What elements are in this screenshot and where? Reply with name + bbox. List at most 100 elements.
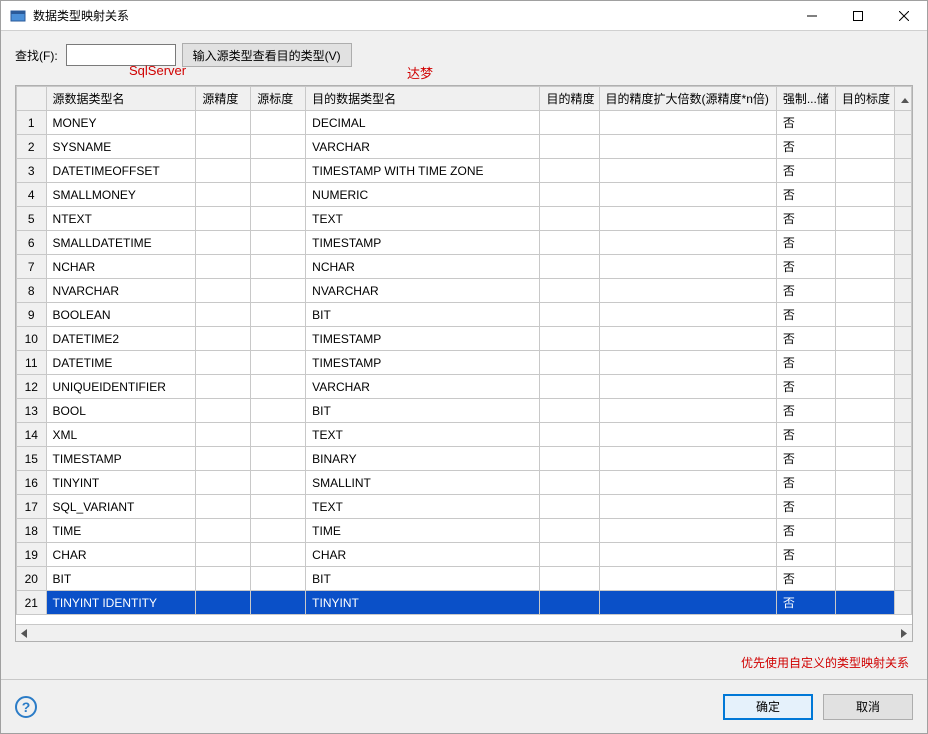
cell-dst-type[interactable]: TINYINT [306, 591, 540, 615]
cell-rownum[interactable]: 12 [17, 375, 47, 399]
cell-src-type[interactable]: NTEXT [46, 207, 196, 231]
cell-dst-type[interactable]: TIMESTAMP [306, 327, 540, 351]
table-row[interactable]: 21TINYINT IDENTITYTINYINT否 [17, 591, 912, 615]
cell-src-prec[interactable] [196, 159, 251, 183]
col-force[interactable]: 强制...储 [776, 87, 835, 111]
cell-rownum[interactable]: 11 [17, 351, 47, 375]
cell-src-prec[interactable] [196, 447, 251, 471]
cell-src-type[interactable]: SMALLDATETIME [46, 231, 196, 255]
cell-src-prec[interactable] [196, 423, 251, 447]
cell-rownum[interactable]: 19 [17, 543, 47, 567]
cell-rownum[interactable]: 5 [17, 207, 47, 231]
scroll-left-button[interactable] [16, 625, 33, 642]
cell-dst-prec[interactable] [540, 111, 599, 135]
cell-dst-type[interactable]: VARCHAR [306, 375, 540, 399]
cell-dst-scale[interactable] [835, 399, 894, 423]
cell-src-scale[interactable] [251, 135, 306, 159]
cell-force[interactable]: 否 [776, 423, 835, 447]
cell-dst-type[interactable]: TEXT [306, 207, 540, 231]
cell-dst-mul[interactable] [599, 231, 776, 255]
cell-src-scale[interactable] [251, 423, 306, 447]
cell-rownum[interactable]: 6 [17, 231, 47, 255]
cell-dst-type[interactable]: CHAR [306, 543, 540, 567]
cell-dst-prec[interactable] [540, 519, 599, 543]
cell-src-prec[interactable] [196, 375, 251, 399]
cell-dst-mul[interactable] [599, 423, 776, 447]
cell-dst-prec[interactable] [540, 399, 599, 423]
col-src-prec[interactable]: 源精度 [196, 87, 251, 111]
cell-src-scale[interactable] [251, 519, 306, 543]
table-row[interactable]: 5NTEXTTEXT否 [17, 207, 912, 231]
search-input[interactable] [66, 44, 176, 66]
cell-src-prec[interactable] [196, 207, 251, 231]
cell-src-prec[interactable] [196, 519, 251, 543]
table-row[interactable]: 9BOOLEANBIT否 [17, 303, 912, 327]
cell-rownum[interactable]: 4 [17, 183, 47, 207]
lookup-dest-type-button[interactable]: 输入源类型查看目的类型(V) [182, 43, 352, 67]
cell-dst-mul[interactable] [599, 111, 776, 135]
table-row[interactable]: 8NVARCHARNVARCHAR否 [17, 279, 912, 303]
cell-src-type[interactable]: TIMESTAMP [46, 447, 196, 471]
col-src-type[interactable]: 源数据类型名 [46, 87, 196, 111]
cell-src-type[interactable]: NCHAR [46, 255, 196, 279]
cell-dst-type[interactable]: BIT [306, 567, 540, 591]
cell-dst-prec[interactable] [540, 567, 599, 591]
cell-src-prec[interactable] [196, 255, 251, 279]
cell-dst-prec[interactable] [540, 231, 599, 255]
cell-dst-mul[interactable] [599, 255, 776, 279]
cell-src-scale[interactable] [251, 591, 306, 615]
cell-dst-scale[interactable] [835, 375, 894, 399]
cell-src-scale[interactable] [251, 471, 306, 495]
mapping-table[interactable]: 源数据类型名 源精度 源标度 目的数据类型名 目的精度 目的精度扩大倍数(源精度… [16, 86, 912, 615]
table-row[interactable]: 20BITBIT否 [17, 567, 912, 591]
cell-force[interactable]: 否 [776, 471, 835, 495]
cell-dst-type[interactable]: TIMESTAMP [306, 231, 540, 255]
table-row[interactable]: 14XMLTEXT否 [17, 423, 912, 447]
help-icon[interactable]: ? [15, 696, 37, 718]
cell-dst-mul[interactable] [599, 591, 776, 615]
table-row[interactable]: 7NCHARNCHAR否 [17, 255, 912, 279]
cell-src-scale[interactable] [251, 279, 306, 303]
cell-dst-type[interactable]: VARCHAR [306, 135, 540, 159]
cell-src-type[interactable]: SYSNAME [46, 135, 196, 159]
cell-dst-type[interactable]: SMALLINT [306, 471, 540, 495]
cell-dst-scale[interactable] [835, 327, 894, 351]
col-dst-type[interactable]: 目的数据类型名 [306, 87, 540, 111]
cell-src-type[interactable]: SQL_VARIANT [46, 495, 196, 519]
cell-src-type[interactable]: DATETIME [46, 351, 196, 375]
cell-dst-scale[interactable] [835, 471, 894, 495]
cell-force[interactable]: 否 [776, 279, 835, 303]
cell-rownum[interactable]: 8 [17, 279, 47, 303]
cell-src-scale[interactable] [251, 231, 306, 255]
cell-src-scale[interactable] [251, 207, 306, 231]
cell-force[interactable]: 否 [776, 351, 835, 375]
cell-force[interactable]: 否 [776, 303, 835, 327]
cell-rownum[interactable]: 20 [17, 567, 47, 591]
cell-dst-prec[interactable] [540, 303, 599, 327]
cell-rownum[interactable]: 21 [17, 591, 47, 615]
cell-dst-mul[interactable] [599, 375, 776, 399]
cell-dst-prec[interactable] [540, 135, 599, 159]
cell-src-prec[interactable] [196, 567, 251, 591]
cell-dst-scale[interactable] [835, 111, 894, 135]
cell-src-scale[interactable] [251, 567, 306, 591]
cell-dst-prec[interactable] [540, 279, 599, 303]
cell-dst-scale[interactable] [835, 423, 894, 447]
cell-src-scale[interactable] [251, 159, 306, 183]
cell-force[interactable]: 否 [776, 375, 835, 399]
cell-dst-mul[interactable] [599, 543, 776, 567]
cell-dst-type[interactable]: TEXT [306, 495, 540, 519]
col-src-scale[interactable]: 源标度 [251, 87, 306, 111]
cell-dst-prec[interactable] [540, 543, 599, 567]
cell-src-prec[interactable] [196, 303, 251, 327]
cell-src-type[interactable]: DATETIME2 [46, 327, 196, 351]
col-dst-scale[interactable]: 目的标度 [835, 87, 894, 111]
cell-src-type[interactable]: DATETIMEOFFSET [46, 159, 196, 183]
cell-rownum[interactable]: 2 [17, 135, 47, 159]
cell-src-scale[interactable] [251, 327, 306, 351]
cell-dst-prec[interactable] [540, 327, 599, 351]
cell-src-type[interactable]: TINYINT [46, 471, 196, 495]
cell-src-type[interactable]: BOOLEAN [46, 303, 196, 327]
cell-dst-mul[interactable] [599, 351, 776, 375]
cell-src-type[interactable]: XML [46, 423, 196, 447]
